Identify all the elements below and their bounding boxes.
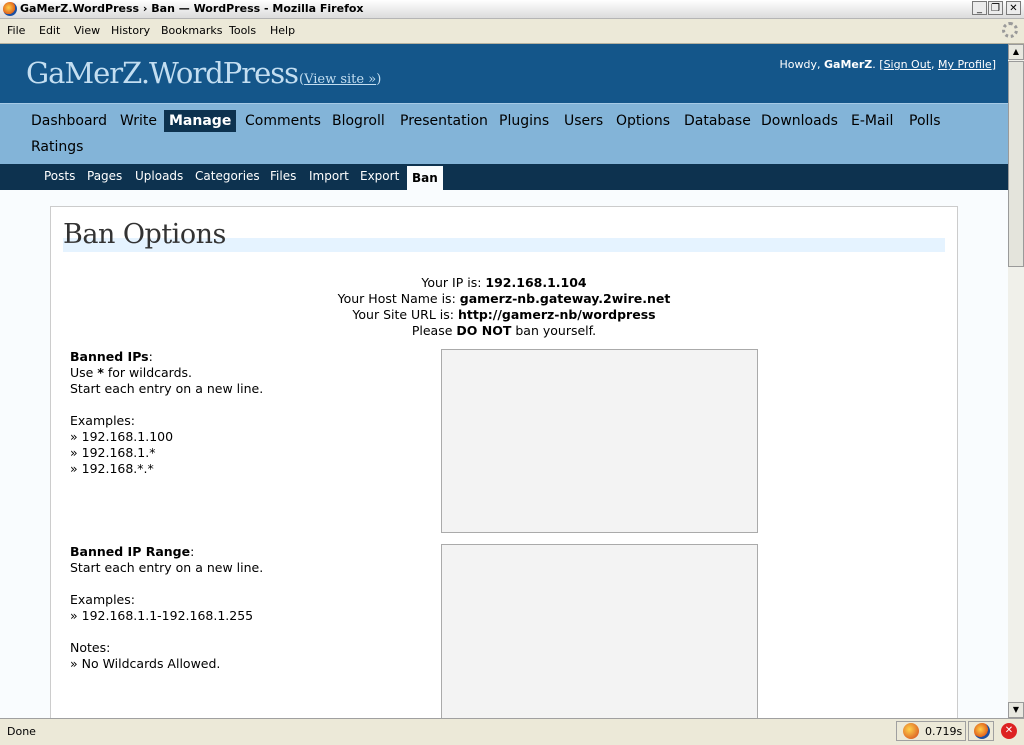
banned-range-example: » 192.168.1.1-192.168.1.255 [70,608,254,623]
banned-range-textarea[interactable] [441,544,758,718]
banned-range-note: » No Wildcards Allowed. [70,656,221,671]
banned-ips-label: Banned IPs [70,349,149,364]
page-load-time: 0.719s [925,725,963,738]
scroll-down-arrow-icon[interactable]: ▼ [1008,702,1024,718]
banned-range-description: Banned IP Range: Start each entry on a n… [70,544,264,671]
banned-ips-example: » 192.168.*.* [70,461,154,476]
wildcard-suffix-text: for wildcards. [107,365,193,380]
menu-presentation[interactable]: Presentation [395,110,493,132]
submenu-export[interactable]: Export [360,169,399,183]
submenu-files[interactable]: Files [270,169,296,183]
wp-header: GaMerZ.WordPress (View site ») Howdy, Ga… [0,44,1008,103]
menu-dashboard[interactable]: Dashboard [26,110,112,132]
scroll-up-arrow-icon[interactable]: ▲ [1008,44,1024,60]
banned-range-line-hint: Start each entry on a new line. [70,560,264,575]
menu-history[interactable]: History [111,24,150,37]
banned-ips-description: Banned IPs: Use * for wildcards. Start e… [70,349,264,476]
timer-extension-icon[interactable] [903,723,919,739]
my-profile-link[interactable]: My Profile [938,58,992,71]
warning-strong: DO NOT [456,323,512,338]
sign-out-link[interactable]: Sign Out [884,58,931,71]
banned-range-label: Banned IP Range [70,544,191,559]
banned-range-examples-label: Examples: [70,592,135,607]
browser-menubar: File Edit View History Bookmarks Tools H… [0,19,1024,44]
ip-label: Your IP is: [421,275,482,290]
menu-users[interactable]: Users [559,110,608,132]
menu-tools[interactable]: Tools [229,24,256,37]
status-text: Done [7,725,36,738]
wildcard-use-text: Use [70,365,94,380]
menu-edit[interactable]: Edit [39,24,60,37]
warning-suffix: ban yourself. [515,323,597,338]
browser-statusbar: Done 0.719s ✕ [0,718,1024,745]
ip-value: 192.168.1.104 [485,275,587,290]
banned-ips-example: » 192.168.1.100 [70,429,174,444]
menu-options[interactable]: Options [611,110,675,132]
ip-info: Your IP is: 192.168.1.104 Your Host Name… [51,275,957,339]
host-value: gamerz-nb.gateway.2wire.net [459,291,671,306]
host-label: Your Host Name is: [337,291,456,306]
menu-view[interactable]: View [74,24,100,37]
submenu-categories[interactable]: Categories [195,169,260,183]
url-value: http://gamerz-nb/wordpress [458,307,656,322]
banned-ips-example: » 192.168.1.* [70,445,156,460]
howdy-text: Howdy, [779,58,821,71]
window-title: GaMerZ.WordPress › Ban — WordPress - Moz… [20,2,364,15]
submenu-uploads[interactable]: Uploads [135,169,183,183]
maximize-button[interactable]: ❐ [988,1,1003,15]
window-titlebar: GaMerZ.WordPress › Ban — WordPress - Moz… [0,0,1024,19]
warning-prefix: Please [411,323,453,338]
banned-ips-examples-label: Examples: [70,413,135,428]
page-title: Ban Options [63,219,226,250]
scroll-thumb[interactable] [1008,61,1024,267]
minimize-button[interactable]: _ [972,1,987,15]
user-info: Howdy, GaMerZ. [Sign Out, My Profile] [779,58,997,71]
wildcard-symbol: * [97,365,104,380]
banned-ips-textarea[interactable] [441,349,758,533]
menu-manage[interactable]: Manage [164,110,237,132]
site-title[interactable]: GaMerZ.WordPress [26,56,299,90]
vertical-scrollbar[interactable]: ▲ ▼ [1008,44,1024,718]
submenu-import[interactable]: Import [309,169,349,183]
throbber-icon [1002,22,1018,38]
firefox-icon [3,2,17,16]
block-status-icon[interactable]: ✕ [1001,723,1017,739]
content-wrap: Ban Options Your IP is: 192.168.1.104 Yo… [50,206,958,718]
admin-menu: Dashboard Write Manage Comments Blogroll… [0,103,1008,164]
username: GaMerZ [824,58,873,71]
menu-bookmarks[interactable]: Bookmarks [161,24,222,37]
admin-submenu: Posts Pages Uploads Categories Files Imp… [0,164,1008,190]
submenu-posts[interactable]: Posts [44,169,75,183]
view-site-link-wrap: (View site ») [299,72,382,87]
view-site-link[interactable]: View site » [304,72,376,87]
menu-blogroll[interactable]: Blogroll [327,110,390,132]
firefox-status-icon[interactable] [974,723,990,739]
banned-range-notes-label: Notes: [70,640,111,655]
menu-ratings[interactable]: Ratings [26,136,88,158]
menu-comments[interactable]: Comments [240,110,326,132]
menu-write[interactable]: Write [115,110,162,132]
close-window-button[interactable]: ✕ [1006,1,1021,15]
menu-downloads[interactable]: Downloads [756,110,843,132]
submenu-ban[interactable]: Ban [407,166,443,190]
menu-database[interactable]: Database [679,110,756,132]
menu-polls[interactable]: Polls [904,110,946,132]
menu-file[interactable]: File [7,24,25,37]
page-viewport: GaMerZ.WordPress (View site ») Howdy, Ga… [0,44,1008,718]
url-label: Your Site URL is: [352,307,455,322]
banned-ips-line-hint: Start each entry on a new line. [70,381,264,396]
submenu-pages[interactable]: Pages [87,169,122,183]
menu-email[interactable]: E-Mail [846,110,898,132]
menu-help[interactable]: Help [270,24,295,37]
menu-plugins[interactable]: Plugins [494,110,554,132]
